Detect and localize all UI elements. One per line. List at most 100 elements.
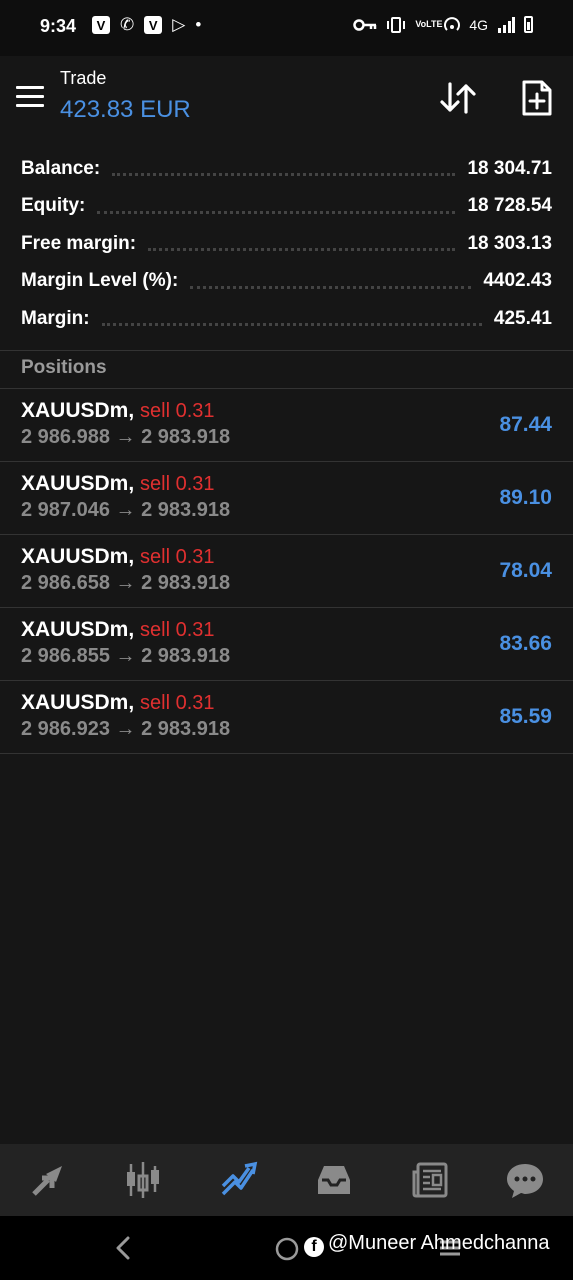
position-side: sell 0.31 (140, 473, 215, 495)
margin-level-row: Margin Level (%): 4402.43 (0, 263, 573, 301)
nav-trade[interactable] (217, 1158, 261, 1202)
battery-icon (524, 16, 533, 33)
hotspot-icon (444, 16, 461, 31)
signal-icon (498, 16, 515, 33)
position-symbol: XAUUSDm, (21, 691, 135, 714)
position-profit: 85.59 (499, 705, 552, 728)
position-side: sell 0.31 (140, 546, 215, 568)
watermark: f @Muneer Ahmedchanna (304, 1232, 550, 1257)
price-arrow: → (115, 572, 136, 594)
position-row[interactable]: XAUUSDm, sell 0.31 2 986.923 → 2 983.918… (0, 681, 573, 754)
balance-row: Balance: 18 304.71 (0, 150, 573, 188)
current-price: 2 983.918 (141, 645, 231, 667)
trade-icon (221, 1161, 257, 1196)
summary-value: 18 304.71 (467, 157, 552, 179)
vpn-v-icon: V (92, 16, 110, 34)
summary-value: 18 303.13 (467, 232, 552, 254)
more-dot-icon: • (195, 15, 202, 34)
history-icon (318, 1166, 351, 1194)
position-title: XAUUSDm, sell 0.31 (21, 545, 215, 569)
position-row[interactable]: XAUUSDm, sell 0.31 2 986.855 → 2 983.918… (0, 608, 573, 681)
chart-icon (127, 1162, 160, 1198)
call-icon: ✆ (120, 15, 135, 34)
margin-row: Margin: 425.41 (0, 300, 573, 338)
summary-value: 425.41 (493, 307, 552, 329)
news-icon (412, 1162, 448, 1198)
position-symbol: XAUUSDm, (21, 472, 135, 495)
position-profit: 78.04 (499, 559, 552, 582)
summary-value: 4402.43 (483, 270, 552, 292)
vibrate-icon (387, 16, 406, 33)
position-row[interactable]: XAUUSDm, sell 0.31 2 986.658 → 2 983.918… (0, 535, 573, 608)
summary-label: Balance: (21, 157, 101, 179)
chat-icon (507, 1164, 544, 1198)
nav-chart[interactable] (121, 1158, 165, 1202)
current-price: 2 983.918 (141, 718, 231, 740)
facebook-icon: f (304, 1237, 324, 1257)
positions-header: Positions (21, 357, 107, 378)
status-time: 9:34 (40, 16, 77, 36)
open-price: 2 986.988 (21, 426, 110, 448)
summary-value: 18 728.54 (467, 195, 552, 217)
home-icon (275, 1237, 299, 1261)
position-title: XAUUSDm, sell 0.31 (21, 618, 215, 642)
sort-button[interactable] (436, 76, 480, 120)
nav-quotes[interactable] (26, 1158, 70, 1202)
equity-row: Equity: 18 728.54 (0, 188, 573, 226)
account-summary: Balance: 18 304.71 Equity: 18 728.54 Free … (0, 150, 573, 338)
home-button[interactable] (275, 1237, 299, 1266)
position-prices: 2 986.923 → 2 983.918 (21, 718, 230, 741)
divider (0, 350, 573, 351)
nav-history[interactable] (312, 1158, 356, 1202)
position-prices: 2 986.855 → 2 983.918 (21, 645, 230, 668)
volte-label: VoLTE (415, 19, 443, 29)
new-order-icon (522, 80, 552, 116)
position-row[interactable]: XAUUSDm, sell 0.31 2 987.046 → 2 983.918… (0, 462, 573, 535)
summary-label: Equity: (21, 195, 86, 217)
free-margin-row: Free margin: 18 303.13 (0, 225, 573, 263)
system-icons: VoLTE 4G (353, 16, 533, 33)
dotted-leader (97, 209, 456, 214)
open-price: 2 987.046 (21, 499, 110, 521)
nav-chat[interactable] (503, 1158, 547, 1202)
page-title: Trade (60, 68, 107, 88)
position-profit: 87.44 (499, 413, 552, 436)
open-price: 2 986.658 (21, 572, 110, 594)
watermark-text: @Muneer Ahmedchanna (328, 1232, 550, 1254)
app-header: Trade 423.83 EUR (0, 56, 573, 146)
position-prices: 2 986.658 → 2 983.918 (21, 572, 230, 595)
summary-label: Free margin: (21, 232, 137, 254)
price-arrow: → (115, 499, 136, 521)
position-side: sell 0.31 (140, 692, 215, 714)
position-prices: 2 986.988 → 2 983.918 (21, 426, 230, 449)
summary-label: Margin Level (%): (21, 270, 179, 292)
profit-total: 423.83 EUR (60, 96, 191, 123)
position-symbol: XAUUSDm, (21, 618, 135, 641)
position-symbol: XAUUSDm, (21, 545, 135, 568)
price-arrow: → (115, 645, 136, 667)
position-side: sell 0.31 (140, 400, 215, 422)
current-price: 2 983.918 (141, 499, 231, 521)
current-price: 2 983.918 (141, 426, 231, 448)
network-type: 4G (469, 16, 488, 33)
bottom-navigation (0, 1144, 573, 1216)
new-order-button[interactable] (514, 76, 558, 120)
quotes-icon (31, 1166, 62, 1196)
position-profit: 89.10 (499, 486, 552, 509)
vpn-v-icon-2: V (144, 16, 163, 34)
position-side: sell 0.31 (140, 619, 215, 641)
dotted-leader (148, 246, 456, 252)
menu-icon[interactable] (16, 86, 44, 108)
open-price: 2 986.923 (21, 718, 110, 740)
open-price: 2 986.855 (21, 645, 110, 667)
current-price: 2 983.918 (141, 572, 231, 594)
dotted-leader (112, 171, 456, 177)
position-row[interactable]: XAUUSDm, sell 0.31 2 986.988 → 2 983.918… (0, 389, 573, 462)
summary-label: Margin: (21, 307, 90, 329)
nav-news[interactable] (408, 1158, 452, 1202)
back-button[interactable] (110, 1234, 136, 1262)
sort-icon (440, 82, 476, 114)
position-symbol: XAUUSDm, (21, 399, 135, 422)
position-prices: 2 987.046 → 2 983.918 (21, 499, 230, 522)
position-title: XAUUSDm, sell 0.31 (21, 399, 215, 423)
